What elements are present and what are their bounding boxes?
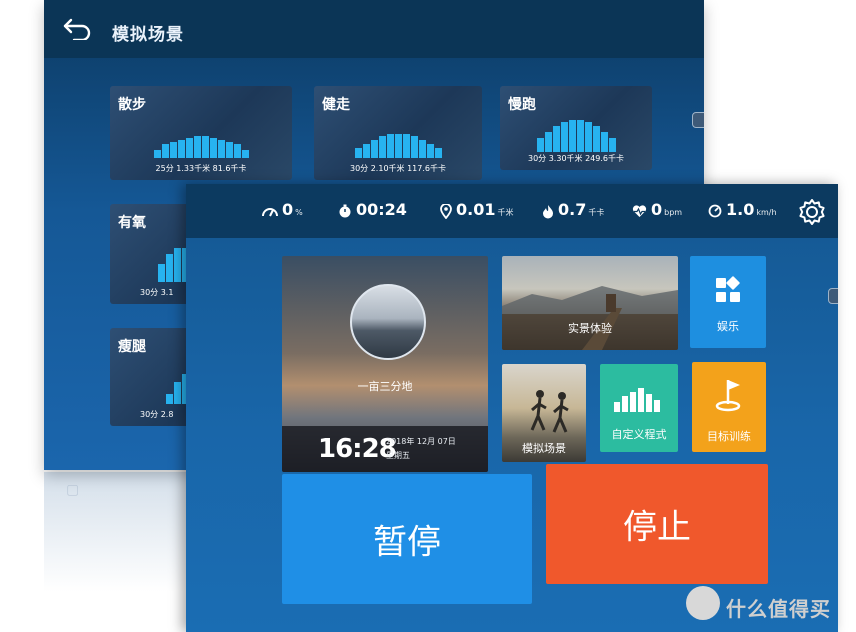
workout-screen: 0 % 00:24 0.01 千米 0.7 千卡 0 bpm 1.0 km/h … (186, 184, 838, 632)
entertainment-tile[interactable]: 娱乐 (690, 256, 766, 348)
home-scene-tile[interactable]: 一亩三分地 16:28 2018年 12月 07日 星期五 (282, 256, 488, 472)
heart-icon (632, 204, 647, 217)
real-scene-label: 实景体验 (568, 322, 612, 335)
equalizer-icon (614, 388, 660, 412)
time-value: 00:24 (356, 200, 407, 219)
scene-card-brisk-walk[interactable]: 健走 30分 2.10千米 117.6千卡 (314, 86, 482, 180)
heart-rate-stat: 0 bpm (632, 200, 682, 222)
custom-program-tile[interactable]: 自定义程式 (600, 364, 678, 452)
side-edge-icon (828, 288, 838, 304)
card-title: 慢跑 (508, 97, 536, 113)
card-title: 有氧 (118, 215, 146, 231)
speed-stat: 1.0 km/h (708, 200, 777, 222)
stop-button[interactable]: 停止 (546, 464, 768, 584)
real-scene-tile[interactable]: 实景体验 (502, 256, 678, 350)
heart-rate-value: 0 (651, 200, 663, 219)
speed-value: 1.0 (726, 200, 755, 219)
clock-time: 16:28 (318, 434, 397, 464)
intensity-bars (314, 118, 482, 158)
calories-value: 0.7 (558, 200, 587, 219)
heart-rate-unit: bpm (664, 208, 683, 217)
card-stats: 30分 2.10千米 117.6千卡 (350, 164, 446, 173)
clock-weekday: 星期五 (386, 451, 410, 460)
reflection-ghost: ▢ (66, 482, 80, 498)
pause-button[interactable]: 暂停 (282, 474, 532, 604)
incline-unit: % (295, 208, 303, 217)
timer-icon (339, 204, 351, 218)
page-title: 模拟场景 (112, 25, 184, 45)
calories-unit: 千卡 (588, 208, 605, 217)
clock-bar: 16:28 2018年 12月 07日 星期五 (282, 426, 488, 472)
simulated-scene-label: 模拟场景 (522, 442, 566, 455)
distance-value: 0.01 (456, 200, 496, 219)
card-title: 健走 (322, 97, 350, 113)
clock-date: 2018年 12月 07日 (386, 437, 456, 446)
calories-stat: 0.7 千卡 (542, 200, 604, 222)
screen-reflection: ▢ (44, 472, 186, 592)
card-stats: 30分 3.30千米 249.6千卡 (528, 154, 624, 163)
scene-card-jog[interactable]: 慢跑 30分 3.30千米 249.6千卡 (500, 86, 652, 170)
intensity-bars (110, 118, 292, 158)
card-title: 散步 (118, 97, 146, 113)
flame-icon (543, 204, 553, 218)
scene-thumbnail (350, 284, 426, 360)
target-training-tile[interactable]: 目标训练 (692, 362, 766, 452)
entertainment-label: 娱乐 (717, 320, 739, 333)
watermark-logo (686, 586, 720, 620)
intensity-bars (500, 112, 652, 152)
stop-button-label: 停止 (623, 507, 691, 548)
custom-program-label: 自定义程式 (611, 428, 667, 441)
distance-unit: 千米 (497, 208, 514, 217)
back-arrow-icon[interactable] (62, 16, 94, 40)
side-edge-icon (692, 112, 704, 128)
flag-target-icon (715, 380, 741, 412)
apps-grid-icon (716, 276, 740, 302)
scene-name: 一亩三分地 (357, 380, 413, 393)
speed-icon (708, 204, 722, 218)
watermark-text: 什么值得买 (726, 597, 831, 621)
speed-unit: km/h (756, 208, 777, 217)
incline-value: 0 (282, 200, 294, 219)
time-stat: 00:24 (338, 200, 407, 222)
pause-button-label: 暂停 (373, 522, 441, 563)
incline-icon (262, 208, 278, 217)
card-title: 瘦腿 (118, 339, 146, 355)
scene-card-walk[interactable]: 散步 25分 1.33千米 81.6千卡 (110, 86, 292, 180)
incline-stat: 0 % (262, 200, 303, 222)
location-icon (440, 203, 452, 219)
distance-stat: 0.01 千米 (440, 200, 513, 222)
target-training-label: 目标训练 (707, 430, 751, 443)
gear-icon[interactable] (798, 198, 826, 226)
simulated-scene-tile[interactable]: 模拟场景 (502, 364, 586, 462)
card-stats: 25分 1.33千米 81.6千卡 (155, 164, 247, 173)
